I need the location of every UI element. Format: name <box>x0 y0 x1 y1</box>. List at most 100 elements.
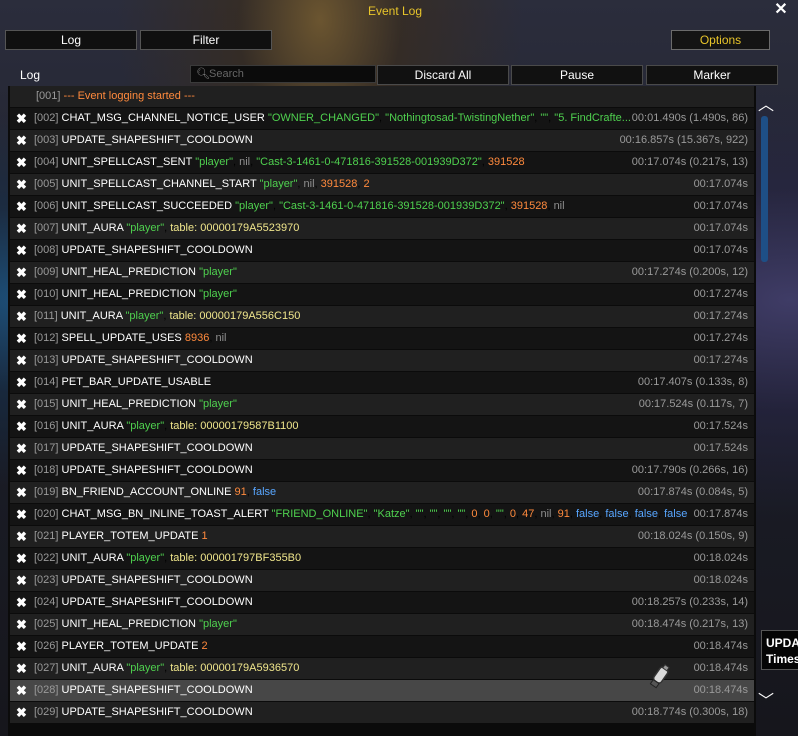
options-button[interactable]: Options <box>671 30 770 50</box>
close-x-icon[interactable]: ✖ <box>16 328 30 349</box>
event-row[interactable]: ✖ [016] UNIT_AURA "player", table: 000001… <box>10 416 754 437</box>
event-row[interactable]: ✖ [027] UNIT_AURA "player", table: 000001… <box>10 658 754 679</box>
close-x-icon[interactable]: ✖ <box>16 174 30 195</box>
event-timestamp: 00:01.490s (1.490s, 86) <box>631 112 748 124</box>
event-row[interactable]: ✖ [022] UNIT_AURA "player", table: 000001… <box>10 548 754 569</box>
tab-filter[interactable]: Filter <box>140 30 272 50</box>
event-arg: 0 <box>471 508 478 520</box>
event-row[interactable]: ✖ [009] UNIT_HEAL_PREDICTION "player" 00:1… <box>10 262 754 283</box>
event-arg: 391528 <box>510 200 548 212</box>
event-name: UNIT_AURA <box>61 420 124 432</box>
close-x-icon[interactable]: ✖ <box>16 306 30 327</box>
event-index: [024] <box>34 596 59 608</box>
close-x-icon[interactable]: ✖ <box>16 438 30 459</box>
event-name: UNIT_SPELLCAST_SUCCEEDED <box>61 200 233 212</box>
event-row[interactable]: ✖ [005] UNIT_SPELLCAST_CHANNEL_START "pla… <box>10 174 754 195</box>
event-index: [025] <box>34 618 59 630</box>
event-arg: "" <box>415 508 424 520</box>
close-x-icon[interactable]: ✖ <box>16 570 30 591</box>
event-arg: "player" <box>126 662 165 674</box>
event-row[interactable]: ✖ [015] UNIT_HEAL_PREDICTION "player" 00:1… <box>10 394 754 415</box>
close-x-icon[interactable]: ✖ <box>16 262 30 283</box>
event-row[interactable]: ✖ [024] UPDATE_SHAPESHIFT_COOLDOWN 00:18.2… <box>10 592 754 613</box>
event-arg: "player" <box>195 156 233 168</box>
scroll-thumb[interactable] <box>761 116 768 262</box>
search-box[interactable]: 🔍︎ <box>190 65 376 83</box>
window-title: Event Log <box>367 4 423 18</box>
close-x-icon[interactable]: ✖ <box>16 394 30 415</box>
log-started-text: --- Event logging started --- <box>63 90 195 102</box>
tab-log[interactable]: Log <box>5 30 137 50</box>
event-arg: "OWNER_CHANGED" <box>267 112 380 124</box>
event-tooltip: UPDA Times <box>761 630 798 670</box>
close-x-icon[interactable]: ✖ <box>16 680 30 701</box>
close-icon[interactable]: ✕ <box>772 1 790 19</box>
close-x-icon[interactable]: ✖ <box>16 284 30 305</box>
event-index: [028] <box>34 684 59 696</box>
close-x-icon[interactable]: ✖ <box>16 548 30 569</box>
event-arg: nil <box>239 156 251 168</box>
close-x-icon[interactable]: ✖ <box>16 108 30 129</box>
close-x-icon[interactable]: ✖ <box>16 636 30 657</box>
event-row[interactable]: ✖ [019] BN_FRIEND_ACCOUNT_ONLINE 91, fals… <box>10 482 754 503</box>
close-x-icon[interactable]: ✖ <box>16 196 30 217</box>
event-row[interactable]: ✖ [008] UPDATE_SHAPESHIFT_COOLDOWN 00:17.0… <box>10 240 754 261</box>
close-x-icon[interactable]: ✖ <box>16 152 30 173</box>
event-name: UPDATE_SHAPESHIFT_COOLDOWN <box>61 684 253 696</box>
event-arg: false <box>605 508 629 520</box>
close-x-icon[interactable]: ✖ <box>16 350 30 371</box>
event-row[interactable]: ✖ [023] UPDATE_SHAPESHIFT_COOLDOWN 00:18.0… <box>10 570 754 591</box>
event-row[interactable]: ✖ [010] UNIT_HEAL_PREDICTION "player" 00:1… <box>10 284 754 305</box>
event-index: [020] <box>34 508 59 520</box>
close-x-icon[interactable]: ✖ <box>16 504 30 525</box>
search-input[interactable] <box>209 67 369 81</box>
event-row[interactable]: ✖ [011] UNIT_AURA "player", table: 000001… <box>10 306 754 327</box>
log-label: Log <box>20 68 41 82</box>
event-row[interactable]: ✖ [004] UNIT_SPELLCAST_SENT "player", nil… <box>10 152 754 173</box>
event-name: UNIT_HEAL_PREDICTION <box>61 618 197 630</box>
event-arg: "player" <box>126 420 165 432</box>
close-x-icon[interactable]: ✖ <box>16 526 30 547</box>
pause-button[interactable]: Pause <box>511 65 643 85</box>
event-timestamp: 00:18.774s (0.300s, 18) <box>631 706 748 718</box>
event-row[interactable]: ✖ [025] UNIT_HEAL_PREDICTION "player" 00:1… <box>10 614 754 635</box>
close-x-icon[interactable]: ✖ <box>16 460 30 481</box>
event-row[interactable]: ✖ [026] PLAYER_TOTEM_UPDATE 2 00:18.474s <box>10 636 754 657</box>
chevron-up-icon[interactable]: ︿ <box>758 98 774 114</box>
event-row[interactable]: ✖ [012] SPELL_UPDATE_USES 8936, nil 00:17.… <box>10 328 754 349</box>
event-arg: nil <box>540 508 552 520</box>
event-timestamp: 00:18.024s <box>693 552 748 564</box>
close-x-icon[interactable]: ✖ <box>16 372 30 393</box>
close-x-icon[interactable]: ✖ <box>16 130 30 151</box>
event-row[interactable]: ✖ [028] UPDATE_SHAPESHIFT_COOLDOWN 00:18.4… <box>10 680 754 701</box>
event-arg: "player" <box>199 266 237 278</box>
event-row[interactable]: ✖ [021] PLAYER_TOTEM_UPDATE 1 00:18.024s (… <box>10 526 754 547</box>
close-x-icon[interactable]: ✖ <box>16 482 30 503</box>
event-name: CHAT_MSG_CHANNEL_NOTICE_USER <box>61 112 265 124</box>
event-row[interactable]: ✖ [029] UPDATE_SHAPESHIFT_COOLDOWN 00:18.7… <box>10 702 754 723</box>
event-row[interactable]: ✖ [013] UPDATE_SHAPESHIFT_COOLDOWN 00:17.2… <box>10 350 754 371</box>
event-row[interactable]: ✖ [007] UNIT_AURA "player", table: 000001… <box>10 218 754 239</box>
event-log-list[interactable]: [001] --- Event logging started --- ✖ [00… <box>8 86 756 736</box>
event-index: [005] <box>34 178 59 190</box>
event-arg: "player" <box>199 618 237 630</box>
event-row[interactable]: ✖ [014] PET_BAR_UPDATE_USABLE 00:17.407s (… <box>10 372 754 393</box>
discard-all-button[interactable]: Discard All <box>377 65 509 85</box>
event-row[interactable]: ✖ [003] UPDATE_SHAPESHIFT_COOLDOWN 00:16.8… <box>10 130 754 151</box>
close-x-icon[interactable]: ✖ <box>16 658 30 679</box>
event-row[interactable]: ✖ [018] UPDATE_SHAPESHIFT_COOLDOWN 00:17.7… <box>10 460 754 481</box>
close-x-icon[interactable]: ✖ <box>16 218 30 239</box>
marker-button[interactable]: Marker <box>646 65 778 85</box>
event-row[interactable]: ✖ [020] CHAT_MSG_BN_INLINE_TOAST_ALERT "F… <box>10 504 754 525</box>
event-row[interactable]: ✖ [017] UPDATE_SHAPESHIFT_COOLDOWN 00:17.5… <box>10 438 754 459</box>
event-row[interactable]: ✖ [002] CHAT_MSG_CHANNEL_NOTICE_USER "OWN… <box>10 108 754 129</box>
event-index: [011] <box>34 310 58 322</box>
close-x-icon[interactable]: ✖ <box>16 416 30 437</box>
close-x-icon[interactable]: ✖ <box>16 240 30 261</box>
event-index: [001] <box>36 90 61 102</box>
event-row[interactable]: ✖ [006] UNIT_SPELLCAST_SUCCEEDED "player"… <box>10 196 754 217</box>
close-x-icon[interactable]: ✖ <box>16 592 30 613</box>
close-x-icon[interactable]: ✖ <box>16 614 30 635</box>
close-x-icon[interactable]: ✖ <box>16 702 30 723</box>
chevron-down-icon[interactable]: ﹀ <box>758 694 774 710</box>
